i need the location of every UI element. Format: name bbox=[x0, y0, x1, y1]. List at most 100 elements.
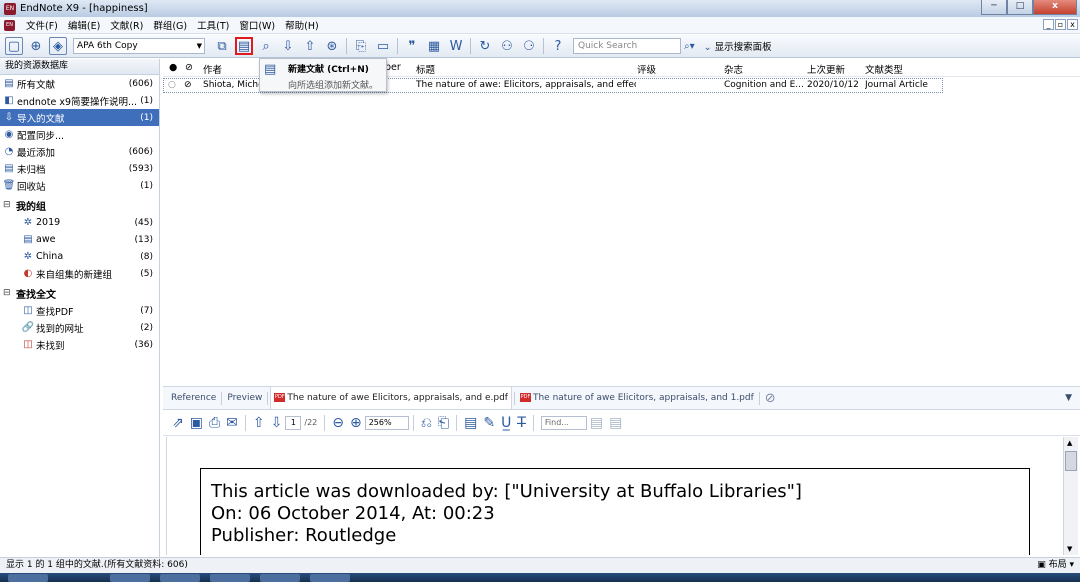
sticky-note-icon[interactable]: ▤ bbox=[464, 415, 477, 431]
group-find-pdf[interactable]: ◫ 查找PDF (7) bbox=[0, 302, 159, 319]
taskbar-item[interactable] bbox=[160, 574, 200, 582]
menu-window[interactable]: 窗口(W) bbox=[234, 18, 280, 32]
menu-file[interactable]: 文件(F) bbox=[21, 18, 63, 32]
prev-page-icon[interactable]: ⇧ bbox=[253, 415, 265, 431]
type-column[interactable]: 文献类型 bbox=[865, 62, 903, 76]
rating-column[interactable]: 评级 bbox=[637, 62, 656, 76]
taskbar-start[interactable] bbox=[8, 574, 48, 582]
highlight-icon[interactable]: ✎ bbox=[483, 415, 495, 431]
email-icon[interactable]: ✉ bbox=[226, 415, 238, 431]
close-button[interactable]: x bbox=[1033, 0, 1077, 15]
insert-citation-icon[interactable]: ❞ bbox=[403, 37, 421, 55]
group-unfiled[interactable]: ▤ 未归档 (593) bbox=[0, 160, 159, 177]
output-style-select[interactable]: APA 6th Copy ▼ bbox=[73, 38, 205, 54]
strikethrough-icon[interactable]: T̶ bbox=[517, 415, 526, 431]
tab-menu-icon[interactable]: ▼ bbox=[1065, 393, 1072, 403]
menu-tools[interactable]: 工具(T) bbox=[192, 18, 234, 32]
doc-restore-button[interactable]: ▫ bbox=[1055, 19, 1066, 30]
group-trash[interactable]: 🗑 回收站 (1) bbox=[0, 177, 159, 194]
find-prev-icon[interactable]: ▤ bbox=[590, 415, 603, 431]
next-page-icon[interactable]: ⇩ bbox=[271, 415, 283, 431]
document-icon[interactable]: EN bbox=[4, 19, 15, 31]
read-status-column[interactable]: ● bbox=[169, 62, 177, 73]
zoom-in-icon[interactable]: ⊕ bbox=[350, 415, 362, 431]
search-options-icon[interactable]: ⌕▾ bbox=[684, 41, 695, 52]
journal-column[interactable]: 杂志 bbox=[724, 62, 743, 76]
tab-pdf-1[interactable]: PDF The nature of awe Elicitors, appraisa… bbox=[270, 387, 512, 409]
save-icon[interactable]: ▣ bbox=[190, 415, 203, 431]
author-column[interactable]: 作者 bbox=[203, 62, 222, 76]
help-icon[interactable]: ? bbox=[549, 37, 567, 55]
taskbar-item[interactable] bbox=[310, 574, 350, 582]
menu-references[interactable]: 文献(R) bbox=[105, 18, 148, 32]
group-not-found[interactable]: ◫ 未找到 (36) bbox=[0, 336, 159, 353]
menu-help[interactable]: 帮助(H) bbox=[280, 18, 324, 32]
import-icon[interactable]: ⇩ bbox=[279, 37, 297, 55]
group-sync[interactable]: ◉ 配置同步... bbox=[0, 126, 159, 143]
taskbar-item[interactable] bbox=[210, 574, 250, 582]
share-group-icon[interactable]: ⚇ bbox=[498, 37, 516, 55]
layout-button[interactable]: ▣ 布局 ▾ bbox=[1037, 558, 1074, 573]
group-imported[interactable]: ⇩ 导入的文献 (1) bbox=[0, 109, 159, 126]
group-recently-added[interactable]: ◔ 最近添加 (606) bbox=[0, 143, 159, 160]
updated-column[interactable]: 上次更新 bbox=[807, 62, 845, 76]
tab-preview[interactable]: Preview bbox=[224, 393, 265, 403]
tab-pdf-2[interactable]: PDF The nature of awe Elicitors, appraisa… bbox=[517, 393, 757, 403]
title-column[interactable]: 标题 bbox=[416, 62, 435, 76]
group-all-references[interactable]: ▤ 所有文献 (606) bbox=[0, 75, 159, 92]
taskbar-item[interactable] bbox=[110, 574, 150, 582]
group-endnote-guide[interactable]: ◧ endnote x9简要操作说明... (1) bbox=[0, 92, 159, 109]
sync-icon[interactable]: ↻ bbox=[476, 37, 494, 55]
scrollbar-thumb[interactable] bbox=[1065, 451, 1077, 471]
group-combined[interactable]: ◐ 来自组集的新建组 (5) bbox=[0, 265, 159, 282]
online-search-icon[interactable]: ⌕ bbox=[257, 37, 275, 55]
minimize-button[interactable]: ─ bbox=[981, 0, 1007, 15]
doc-close-button[interactable]: x bbox=[1067, 19, 1078, 30]
export-icon[interactable]: ⇧ bbox=[301, 37, 319, 55]
underline-icon[interactable]: U̲ bbox=[501, 415, 511, 431]
group-2019[interactable]: ✲ 2019 (45) bbox=[0, 214, 159, 231]
attachment-column-icon[interactable]: ⊘ bbox=[185, 62, 193, 73]
share-options-icon[interactable]: ⚆ bbox=[520, 37, 538, 55]
scroll-down-icon[interactable]: ▼ bbox=[1067, 545, 1072, 553]
find-next-icon[interactable]: ▤ bbox=[609, 415, 622, 431]
new-reference-icon[interactable]: ▤ bbox=[235, 37, 253, 55]
maximize-button[interactable]: □ bbox=[1007, 0, 1033, 15]
find-fulltext-section[interactable]: ⊟ 查找全文 bbox=[0, 284, 159, 302]
rotate-left-icon[interactable]: ⎌ bbox=[421, 415, 432, 431]
integrated-library-mode-icon[interactable]: ◈ bbox=[49, 37, 67, 55]
zoom-select[interactable]: 256% bbox=[364, 415, 409, 430]
attach-file-icon[interactable]: ⊘ bbox=[762, 391, 779, 406]
zoom-out-icon[interactable]: ⊖ bbox=[332, 415, 344, 431]
open-external-icon[interactable]: ⇗ bbox=[172, 415, 184, 431]
my-groups-section[interactable]: ⊟ 我的组 bbox=[0, 196, 159, 214]
page-number-input[interactable]: 1 bbox=[285, 415, 302, 430]
copy-formatted-icon[interactable]: ⧉ bbox=[213, 37, 231, 55]
doc-minimize-button[interactable]: _ bbox=[1043, 19, 1054, 30]
print-icon[interactable]: ⎙ bbox=[209, 415, 220, 431]
collapse-icon[interactable]: ⊟ bbox=[3, 200, 13, 210]
scroll-up-icon[interactable]: ▲ bbox=[1067, 439, 1072, 447]
return-to-word-icon[interactable]: W bbox=[447, 37, 465, 55]
open-link-icon[interactable]: ⎘ bbox=[352, 37, 370, 55]
open-file-icon[interactable]: ▭ bbox=[374, 37, 392, 55]
pdf-viewer[interactable]: This article was downloaded by: ["Univer… bbox=[166, 437, 1062, 555]
tab-reference[interactable]: Reference bbox=[168, 393, 219, 403]
show-search-panel-button[interactable]: ⌄ 显示搜索面板 bbox=[704, 39, 772, 53]
find-input[interactable]: Find... bbox=[540, 415, 587, 430]
menu-edit[interactable]: 编辑(E) bbox=[63, 18, 105, 32]
collapse-icon[interactable]: ⊟ bbox=[3, 288, 13, 298]
year-column[interactable]: ber bbox=[385, 62, 401, 73]
online-search-mode-icon[interactable]: ⊕ bbox=[27, 37, 45, 55]
taskbar-item[interactable] bbox=[260, 574, 300, 582]
group-found-urls[interactable]: 🔗 找到的网址 (2) bbox=[0, 319, 159, 336]
format-bibliography-icon[interactable]: ▦ bbox=[425, 37, 443, 55]
pdf-scrollbar[interactable]: ▲ ▼ bbox=[1063, 437, 1078, 555]
rotate-right-icon[interactable]: ⎗ bbox=[438, 415, 449, 431]
menu-groups[interactable]: 群组(G) bbox=[148, 18, 192, 32]
group-china[interactable]: ✲ China (8) bbox=[0, 248, 159, 265]
local-library-mode-icon[interactable]: ▢ bbox=[5, 37, 23, 55]
find-fulltext-icon[interactable]: ⊛ bbox=[323, 37, 341, 55]
quick-search-input[interactable]: Quick Search bbox=[573, 38, 681, 54]
group-awe[interactable]: ▤ awe (13) bbox=[0, 231, 159, 248]
